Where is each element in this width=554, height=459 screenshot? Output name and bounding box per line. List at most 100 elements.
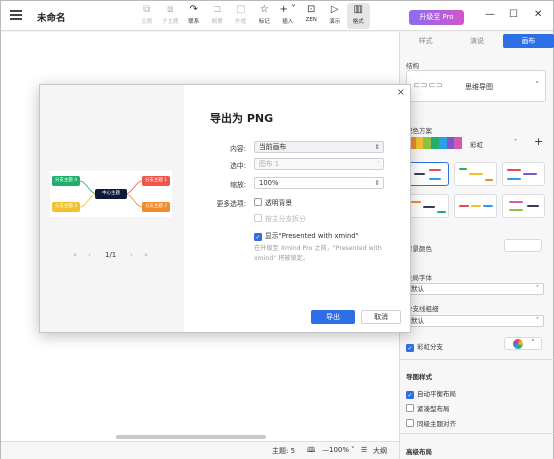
document-title[interactable]: 未命名	[37, 10, 66, 24]
preview-branch-1: 分支主题 1	[142, 176, 170, 186]
toolbar-boundary-button[interactable]: ▢ 外框	[229, 3, 253, 29]
branch-line-select[interactable]: 默认 ˅	[406, 315, 544, 327]
auto-balance-option[interactable]: ✓ 自动平衡布局	[406, 388, 456, 399]
toolbar-zen-button[interactable]: ⊡ ZEN	[300, 3, 324, 29]
status-bar: 主题: 5 🕮 — 100% ˅ ☰ 大纲	[1, 441, 399, 459]
theme-thumb-4[interactable]	[406, 194, 449, 218]
outline-button[interactable]: 大纲	[373, 446, 387, 456]
checkbox-checked-icon: ✓	[254, 233, 262, 241]
selection-select[interactable]: 图布 1 ˅	[254, 158, 384, 170]
zoom-out-icon[interactable]: —	[322, 446, 329, 454]
chevron-updown-icon: ⇕	[374, 143, 380, 151]
horizontal-scrollbar[interactable]	[116, 435, 266, 439]
scale-label: 缩放:	[230, 181, 246, 189]
next-page-icon[interactable]: ›	[130, 251, 133, 259]
color-scheme-value[interactable]: 彩虹	[470, 139, 483, 149]
chevron-down-icon: ˅	[536, 317, 539, 324]
toolbar-format-button[interactable]: ▥ 格式	[346, 3, 370, 29]
theme-thumb-3[interactable]	[502, 162, 545, 186]
checkbox-icon	[406, 404, 414, 412]
cancel-button[interactable]: 取消	[361, 310, 401, 324]
boundary-icon: ▢	[236, 4, 246, 15]
toolbar-subtopic-button[interactable]: ⧈ 子主题	[159, 3, 183, 29]
toolbar-present-button[interactable]: ▷ 演示	[323, 3, 347, 29]
last-page-icon[interactable]: »	[144, 251, 148, 259]
checkbox-checked-icon: ✓	[406, 391, 414, 399]
toolbar-label: 子主题	[161, 19, 179, 25]
preview-branch-2: 分支主题 2	[142, 202, 170, 212]
theme-thumb-6[interactable]	[502, 194, 545, 218]
add-scheme-icon[interactable]: +	[534, 135, 543, 148]
preview-image: 中心主题 分支主题 1 分支主题 2 分支主题 3 分支主题 4	[50, 171, 172, 217]
export-preview-pane: 中心主题 分支主题 1 分支主题 2 分支主题 3 分支主题 4 « ‹ 1/1…	[40, 85, 184, 332]
preview-branch-4: 分支主题 4	[52, 176, 80, 186]
toolbar-label: 插入	[282, 19, 294, 25]
tab-pitch[interactable]: 演说	[451, 34, 502, 48]
app-window: 未命名 ⧉ 主题 ⧈ 子主题 ↷ 联系 ⊐ 概要 ▢ 外框 ☆ 标记 + ˅ 插入 ⊡ ZEN ▷ 演示 ▥ 格式 升…	[0, 0, 554, 459]
tab-style[interactable]: 样式	[400, 34, 451, 48]
chevron-down-icon: ˅	[536, 285, 539, 292]
checkbox-checked-icon: ✓	[406, 344, 414, 352]
transparent-background-option[interactable]: 透明背景	[254, 197, 292, 207]
chevron-updown-icon: ⇕	[374, 179, 380, 187]
advanced-layout-label: 高级布局	[406, 448, 432, 456]
toolbar-label: 外框	[235, 19, 247, 25]
toolbar-summary-button[interactable]: ⊐ 概要	[206, 3, 230, 29]
background-color-picker[interactable]	[504, 239, 542, 252]
toolbar-label: 演示	[329, 19, 341, 25]
toolbar-insert-button[interactable]: + ˅ 插入	[276, 3, 300, 29]
present-icon: ▷	[330, 4, 339, 15]
format-icon: ▥	[353, 4, 363, 15]
toolbar-marker-button[interactable]: ☆ 标记	[253, 3, 277, 29]
marker-icon: ☆	[259, 4, 269, 15]
toolbar-topic-button[interactable]: ⧉ 主题	[135, 3, 159, 29]
global-font-select[interactable]: 默认 ˅	[406, 283, 544, 295]
selection-label: 选中:	[230, 162, 246, 170]
toolbar-label: ZEN	[305, 17, 317, 23]
watermark-note: 在升级至 Xmind Pro 之前，"Presented with xmind"…	[254, 245, 382, 262]
first-page-icon[interactable]: «	[73, 251, 77, 259]
map-style-label: 导图样式	[406, 373, 432, 381]
zoom-dropdown-icon[interactable]: ˅	[351, 446, 355, 454]
dialog-title: 导出为 PNG	[210, 112, 274, 125]
content-label: 内容:	[230, 145, 246, 153]
minimize-icon[interactable]: —	[485, 9, 495, 20]
rainbow-color-picker[interactable]: ˅	[504, 337, 542, 350]
maximize-icon[interactable]: ☐	[509, 9, 518, 20]
close-icon[interactable]: ×	[397, 87, 405, 98]
watermark-option[interactable]: ✓ 显示"Presented with xmind"	[254, 230, 359, 241]
align-topics-option[interactable]: 同级主题对齐	[406, 418, 456, 428]
upgrade-pro-button[interactable]: 升级至 Pro	[409, 10, 464, 25]
page-indicator: 1/1	[105, 251, 117, 259]
close-window-icon[interactable]: ✕	[534, 9, 542, 20]
menu-icon[interactable]	[10, 10, 22, 20]
panel-tabs: 样式 演说 画布	[400, 34, 554, 48]
toolbar-relationship-button[interactable]: ↷ 联系	[182, 3, 206, 29]
outline-icon[interactable]: ☰	[361, 446, 367, 454]
map-icon[interactable]: 🕮	[307, 446, 315, 457]
more-options-label: 更多选项:	[216, 200, 246, 208]
compact-layout-option[interactable]: 紧凑型布局	[406, 403, 450, 413]
scale-select[interactable]: 100% ⇕	[254, 177, 384, 189]
theme-thumb-1[interactable]	[406, 162, 449, 186]
split-branch-option: 按主分支拆分	[254, 213, 306, 223]
structure-value: 思维导图	[465, 83, 493, 91]
prev-page-icon[interactable]: ‹	[88, 251, 91, 259]
export-button[interactable]: 导出	[311, 310, 355, 324]
content-select[interactable]: 当前画布 ⇕	[254, 141, 384, 153]
structure-selector[interactable]: ⊂⊃⊂⊃ 思维导图 ˅	[406, 70, 546, 102]
theme-thumb-2[interactable]	[454, 162, 497, 186]
tab-canvas[interactable]: 画布	[502, 34, 554, 48]
chevron-down-icon: ˅	[376, 160, 380, 168]
insert-icon: + ˅	[279, 4, 297, 15]
theme-thumb-5[interactable]	[454, 194, 497, 218]
relationship-icon: ↷	[189, 4, 198, 15]
chevron-down-icon[interactable]: ˅	[514, 138, 517, 146]
structure-preview-icon: ⊂⊃⊂⊃	[413, 81, 444, 91]
export-png-dialog: 中心主题 分支主题 1 分支主题 2 分支主题 3 分支主题 4 « ‹ 1/1…	[39, 84, 411, 333]
rainbow-branch-option[interactable]: ✓ 彩虹分支	[406, 341, 443, 352]
zoom-level[interactable]: 100%	[329, 446, 349, 454]
chevron-down-icon: ˅	[531, 339, 535, 347]
format-panel: 样式 演说 画布 结构 ⊂⊃⊂⊃ 思维导图 ˅ 配色方案 彩虹 ˅ + 背景颜色…	[399, 32, 554, 459]
toolbar-label: 格式	[352, 19, 364, 25]
